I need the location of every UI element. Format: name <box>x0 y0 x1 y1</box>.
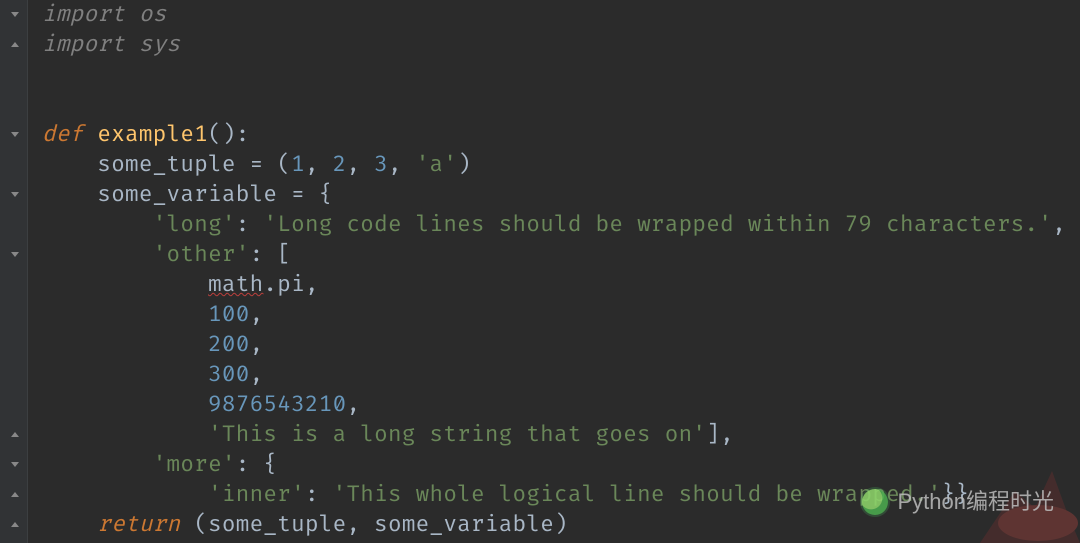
code-token <box>42 391 208 418</box>
fold-marker[interactable] <box>10 460 20 470</box>
code-token: 'This whole logical line should be wrapp… <box>333 481 942 508</box>
code-line[interactable] <box>42 60 1066 90</box>
code-token: 3 <box>374 151 388 178</box>
code-token: ], <box>706 421 734 448</box>
code-line[interactable]: 'more': { <box>42 450 1066 480</box>
code-line[interactable] <box>42 90 1066 120</box>
code-token: , <box>305 271 319 298</box>
code-token: 'more' <box>153 451 236 478</box>
fold-marker[interactable] <box>10 130 20 140</box>
code-token: , <box>305 151 333 178</box>
code-token: = ( <box>250 151 292 178</box>
code-line[interactable]: 'other': [ <box>42 240 1066 270</box>
code-line[interactable]: 300, <box>42 360 1066 390</box>
code-area[interactable]: import osimport sys def example1(): some_… <box>28 0 1066 543</box>
code-token: , <box>250 361 264 388</box>
code-token: math <box>208 271 263 298</box>
code-token: , <box>346 511 374 538</box>
code-token <box>42 481 208 508</box>
code-token: .pi <box>263 271 305 298</box>
code-token: 'Long code lines should be wrapped withi… <box>263 211 1052 238</box>
code-token: : [ <box>250 241 292 268</box>
fold-marker[interactable] <box>10 430 20 440</box>
code-token: : { <box>236 451 278 478</box>
code-token: 9876543210 <box>208 391 346 418</box>
fold-marker[interactable] <box>10 520 20 530</box>
code-line[interactable]: 9876543210, <box>42 390 1066 420</box>
code-token <box>42 241 153 268</box>
code-token: { <box>319 181 333 208</box>
code-token: (): <box>208 121 250 148</box>
code-line[interactable]: 'long': 'Long code lines should be wrapp… <box>42 210 1066 240</box>
fold-marker[interactable] <box>10 250 20 260</box>
code-token: example1 <box>97 121 208 148</box>
code-token: import <box>42 1 139 28</box>
code-token <box>42 421 208 448</box>
fold-marker[interactable] <box>10 190 20 200</box>
code-token: , <box>1052 211 1066 238</box>
code-token <box>42 451 153 478</box>
code-editor[interactable]: import osimport sys def example1(): some_… <box>0 0 1080 543</box>
code-line[interactable]: import sys <box>42 30 1066 60</box>
code-token: , <box>346 391 360 418</box>
code-token: 1 <box>291 151 305 178</box>
code-line[interactable]: 'inner': 'This whole logical line should… <box>42 480 1066 510</box>
code-token: = <box>291 181 319 208</box>
code-token: 'other' <box>153 241 250 268</box>
code-line[interactable]: return (some_tuple, some_variable) <box>42 510 1066 540</box>
code-token: 300 <box>208 361 250 388</box>
code-line[interactable]: 200, <box>42 330 1066 360</box>
code-token <box>42 511 97 538</box>
code-line[interactable]: import os <box>42 0 1066 30</box>
code-token: os <box>139 1 167 28</box>
code-line[interactable]: def example1(): <box>42 120 1066 150</box>
code-line[interactable]: math.pi, <box>42 270 1066 300</box>
code-token: import <box>42 31 139 58</box>
code-token: 2 <box>333 151 347 178</box>
code-token: 'inner' <box>208 481 305 508</box>
code-token <box>42 211 153 238</box>
code-token: }} <box>942 481 970 508</box>
code-token <box>42 301 208 328</box>
code-token: , <box>388 151 416 178</box>
code-token: 100 <box>208 301 250 328</box>
code-token: sys <box>139 31 181 58</box>
code-token: def <box>42 121 97 148</box>
code-line[interactable]: 'This is a long string that goes on'], <box>42 420 1066 450</box>
code-token: some_tuple <box>42 151 250 178</box>
code-token <box>42 361 208 388</box>
code-token <box>42 271 208 298</box>
code-token: 'a' <box>416 151 458 178</box>
code-line[interactable]: 100, <box>42 300 1066 330</box>
folding-gutter[interactable] <box>0 0 28 543</box>
code-token <box>42 331 208 358</box>
code-token: (some_tuple <box>194 511 346 538</box>
code-token: , <box>250 331 264 358</box>
code-token: some_variable <box>42 181 291 208</box>
fold-marker[interactable] <box>10 490 20 500</box>
code-token: ) <box>457 151 471 178</box>
fold-marker[interactable] <box>10 40 20 50</box>
code-token: some_variable) <box>374 511 568 538</box>
code-token: 200 <box>208 331 250 358</box>
code-token: , <box>250 301 264 328</box>
code-token: : <box>236 211 264 238</box>
fold-marker[interactable] <box>10 10 20 20</box>
code-token: , <box>346 151 374 178</box>
code-line[interactable]: some_variable = { <box>42 180 1066 210</box>
code-line[interactable]: some_tuple = (1, 2, 3, 'a') <box>42 150 1066 180</box>
code-token: return <box>97 511 194 538</box>
code-token: 'This is a long string that goes on' <box>208 421 706 448</box>
code-token: : <box>305 481 333 508</box>
code-token: 'long' <box>153 211 236 238</box>
